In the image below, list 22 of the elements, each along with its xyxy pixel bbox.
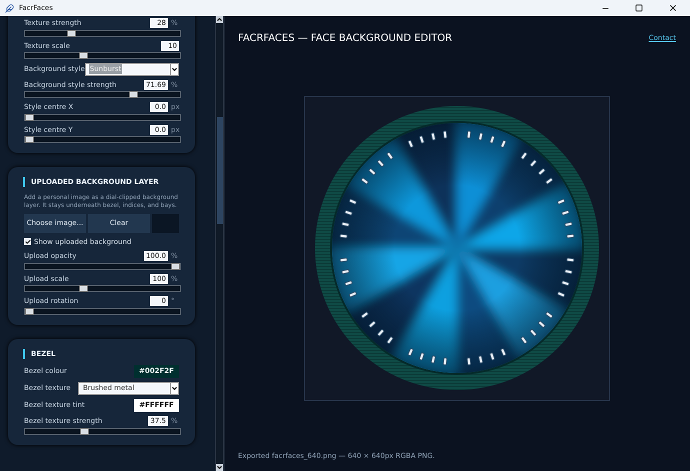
scroll-down-icon[interactable] bbox=[216, 464, 223, 471]
checkbox[interactable] bbox=[24, 238, 31, 246]
accent-bar bbox=[23, 177, 25, 188]
slider-thumb[interactable] bbox=[79, 52, 88, 58]
slider-thumb[interactable] bbox=[25, 136, 34, 143]
slider-thumb[interactable] bbox=[171, 262, 180, 270]
slider-thumb[interactable] bbox=[67, 30, 76, 36]
maximize-icon bbox=[635, 4, 643, 12]
slider-thumb[interactable] bbox=[25, 114, 34, 120]
scroll-up-icon[interactable] bbox=[216, 16, 223, 23]
page-title: FACRFACES — FACE BACKGROUND EDITOR bbox=[238, 32, 452, 46]
slider-thumb[interactable] bbox=[80, 428, 90, 434]
caret-icon bbox=[170, 64, 178, 74]
scroll-thumb[interactable] bbox=[216, 116, 222, 224]
accent-bar bbox=[23, 348, 25, 359]
feather-icon bbox=[5, 4, 14, 12]
close-icon bbox=[668, 3, 678, 13]
slider-thumb[interactable] bbox=[25, 308, 34, 314]
caret-icon bbox=[170, 383, 178, 394]
slider-thumb[interactable] bbox=[79, 285, 88, 292]
slider-thumb[interactable] bbox=[128, 91, 138, 98]
scrollbar[interactable] bbox=[215, 16, 224, 471]
